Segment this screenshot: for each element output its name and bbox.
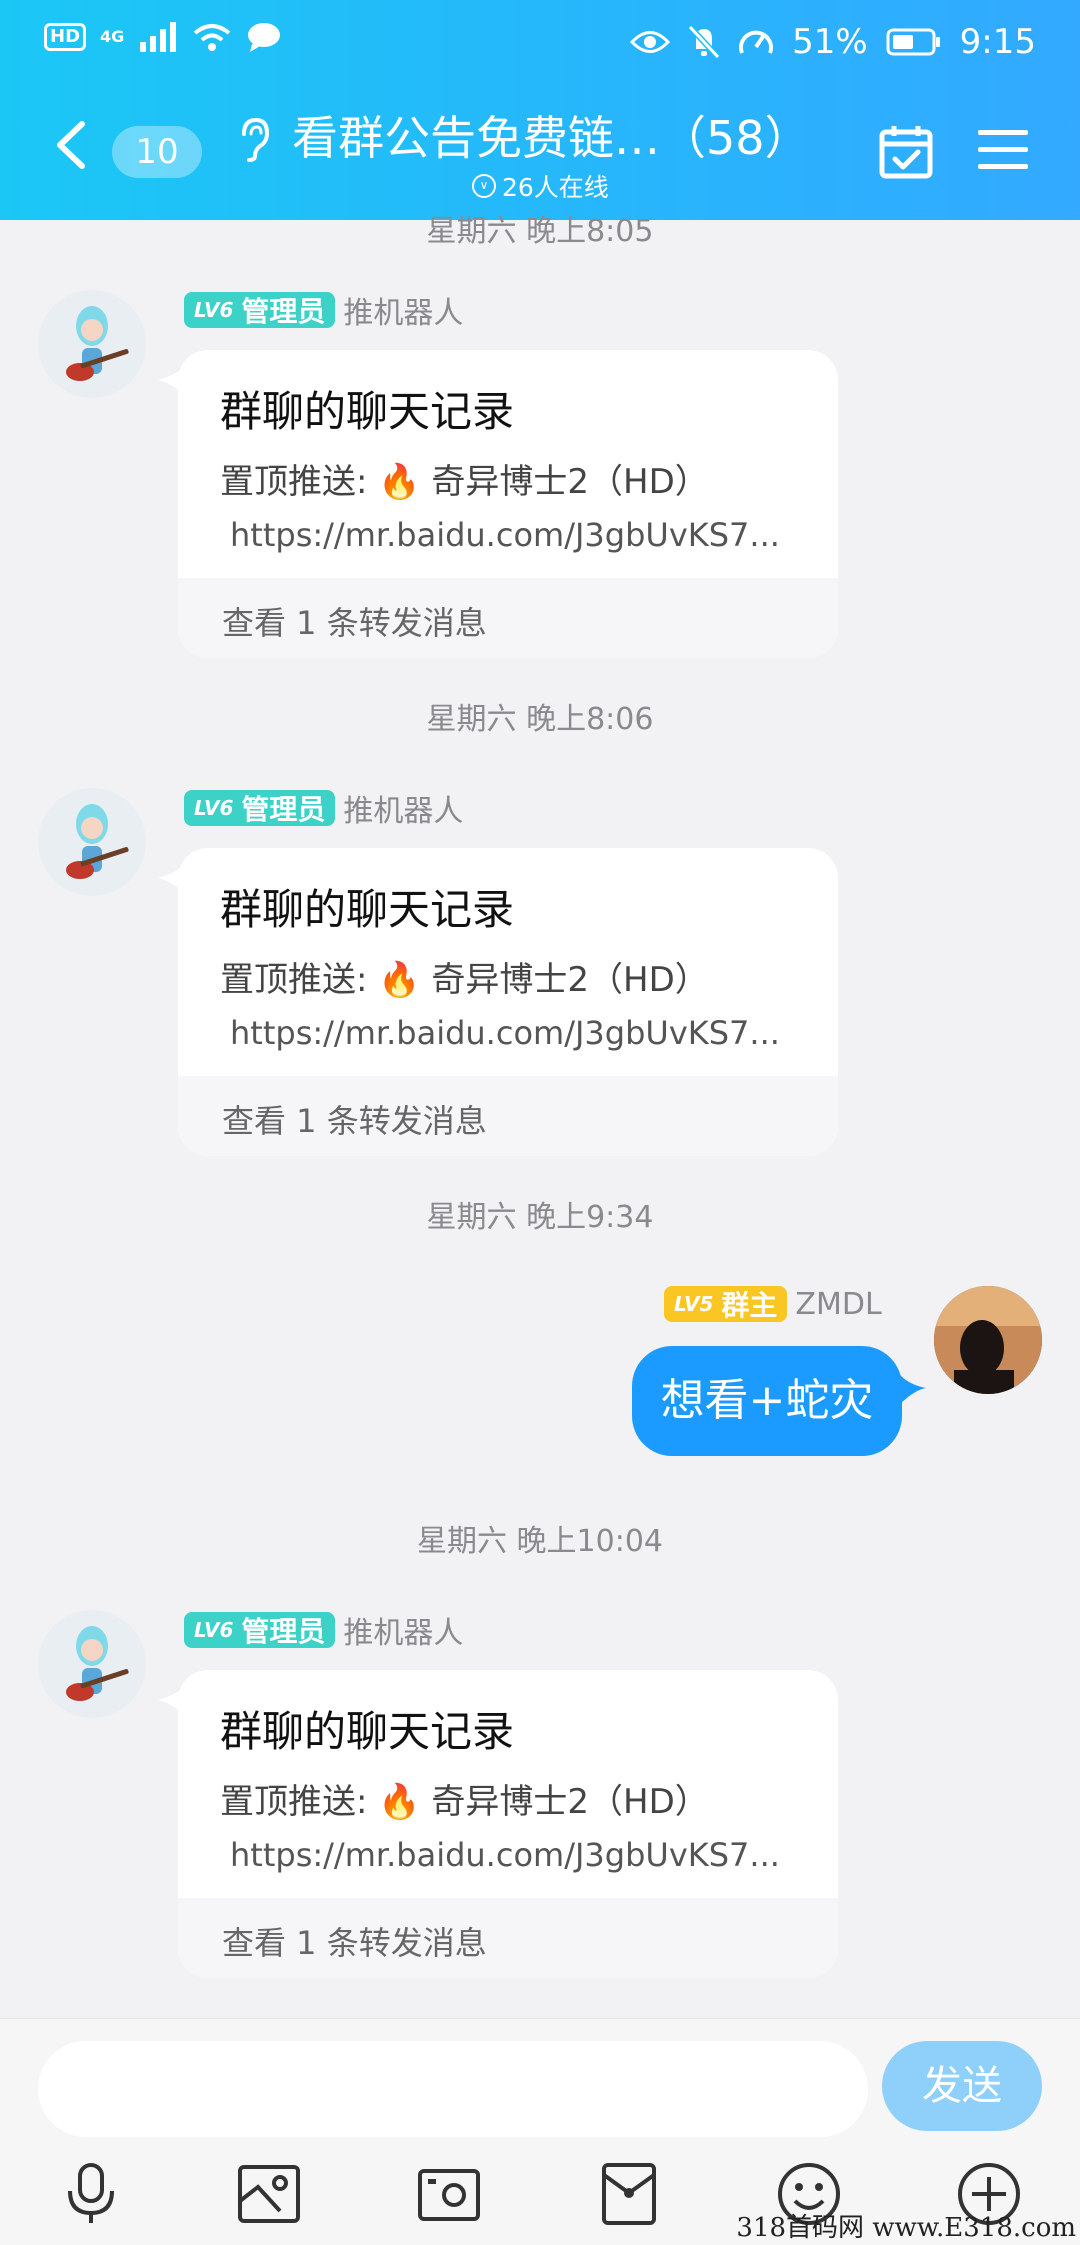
network-type: 4G	[100, 27, 125, 46]
card-footer: 查看 1 条转发消息	[178, 1898, 838, 1978]
send-button[interactable]: 发送	[882, 2041, 1042, 2131]
clock: 9:15	[959, 22, 1036, 62]
card-line: 置顶推送: 🔥 奇异博士2（HD）	[220, 1782, 709, 1822]
level-role-tag: LV6 管理员	[184, 1612, 336, 1648]
card-line: 置顶推送: 🔥 奇异博士2（HD）	[220, 960, 709, 1000]
timestamp: 星期六 晚上9:34	[426, 1200, 654, 1235]
chevron-down-icon: ∨	[472, 174, 496, 198]
card-footer-text: 查看 1 条转发消息	[222, 604, 487, 642]
sender-info: LV5 群主 ZMDL	[664, 1286, 882, 1322]
wifi-icon	[194, 24, 231, 51]
online-count[interactable]: ∨ 26人在线	[472, 168, 609, 204]
card-footer: 查看 1 条转发消息	[178, 578, 838, 658]
my-message-bubble[interactable]: 想看+蛇灾	[632, 1346, 902, 1456]
card-link: https://mr.baidu.com/J3gbUvKS7...	[230, 1014, 780, 1052]
sender-name: ZMDL	[795, 1286, 882, 1322]
microphone-icon[interactable]	[58, 2161, 124, 2227]
sender-info: LV6 管理员 推机器人	[184, 1608, 463, 1652]
sender-info: LV6 管理员 推机器人	[184, 288, 463, 332]
watermark: 318首码网 www.E318.com	[736, 2213, 1076, 2243]
unread-count-badge[interactable]: 10	[112, 126, 202, 178]
red-packet-icon[interactable]	[596, 2161, 662, 2227]
nav-bar: 10 看群公告免费链…（58） ∨ 26人在线	[0, 90, 1080, 220]
portrait-avatar-icon	[934, 1286, 1042, 1394]
group-title[interactable]: 看群公告免费链…（58）	[292, 102, 811, 168]
bubble-tail	[898, 1372, 926, 1406]
forwarded-chat-card[interactable]: 群聊的聊天记录 置顶推送: 🔥 奇异博士2（HD） https://mr.bai…	[178, 848, 838, 1156]
card-title: 群聊的聊天记录	[220, 387, 515, 436]
card-link: https://mr.baidu.com/J3gbUvKS7...	[230, 516, 780, 554]
card-line: 置顶推送: 🔥 奇异博士2（HD）	[220, 462, 709, 502]
card-title: 群聊的聊天记录	[220, 885, 515, 934]
speed-gauge-icon	[739, 30, 774, 54]
guitar-girl-avatar-icon	[66, 1626, 129, 1701]
battery-icon	[886, 28, 940, 56]
sender-name: 推机器人	[343, 296, 464, 331]
status-bar: HD 4G 51% 9:15	[0, 0, 1080, 86]
chat-header: HD 4G 51% 9:15 10 看群公告免费链…（58） ∨ 26人在线	[0, 0, 1080, 220]
level-role-tag: LV6 管理员	[184, 790, 336, 826]
back-arrow-icon[interactable]	[52, 120, 92, 170]
calendar-check-icon[interactable]	[878, 124, 934, 180]
ear-icon[interactable]	[236, 116, 270, 162]
card-footer-text: 查看 1 条转发消息	[222, 1102, 487, 1140]
message-icon	[248, 23, 281, 52]
level-role-tag: LV6 管理员	[184, 292, 336, 328]
card-footer: 查看 1 条转发消息	[178, 1076, 838, 1156]
my-avatar[interactable]	[934, 1286, 1042, 1394]
eye-icon	[630, 31, 671, 53]
menu-icon[interactable]	[978, 128, 1028, 172]
sender-name: 推机器人	[343, 794, 464, 829]
camera-icon[interactable]	[416, 2161, 482, 2227]
sender-name: 推机器人	[343, 1616, 464, 1651]
forwarded-chat-card[interactable]: 群聊的聊天记录 置顶推送: 🔥 奇异博士2（HD） https://mr.bai…	[178, 1670, 838, 1978]
timestamp: 星期六 晚上8:06	[426, 702, 654, 737]
timestamp: 星期六 晚上8:05	[426, 214, 654, 249]
guitar-girl-avatar-icon	[66, 804, 129, 879]
avatar[interactable]	[38, 290, 146, 398]
message-input[interactable]	[38, 2041, 868, 2137]
guitar-girl-avatar-icon	[66, 306, 129, 381]
online-count-text: 26人在线	[502, 173, 609, 202]
card-footer-text: 查看 1 条转发消息	[222, 1924, 487, 1962]
card-title: 群聊的聊天记录	[220, 1707, 515, 1756]
timestamp: 星期六 晚上10:04	[417, 1524, 663, 1559]
mute-bell-icon	[688, 25, 721, 59]
avatar[interactable]	[38, 788, 146, 896]
forwarded-chat-card[interactable]: 群聊的聊天记录 置顶推送: 🔥 奇异博士2（HD） https://mr.bai…	[178, 350, 838, 658]
battery-percent: 51%	[792, 22, 868, 62]
hd-badge: HD	[44, 23, 87, 51]
avatar[interactable]	[38, 1610, 146, 1718]
signal-icon	[140, 22, 177, 52]
card-link: https://mr.baidu.com/J3gbUvKS7...	[230, 1836, 780, 1874]
level-role-tag: LV5 群主	[664, 1286, 788, 1322]
sender-info: LV6 管理员 推机器人	[184, 786, 463, 830]
image-icon[interactable]	[236, 2161, 302, 2227]
